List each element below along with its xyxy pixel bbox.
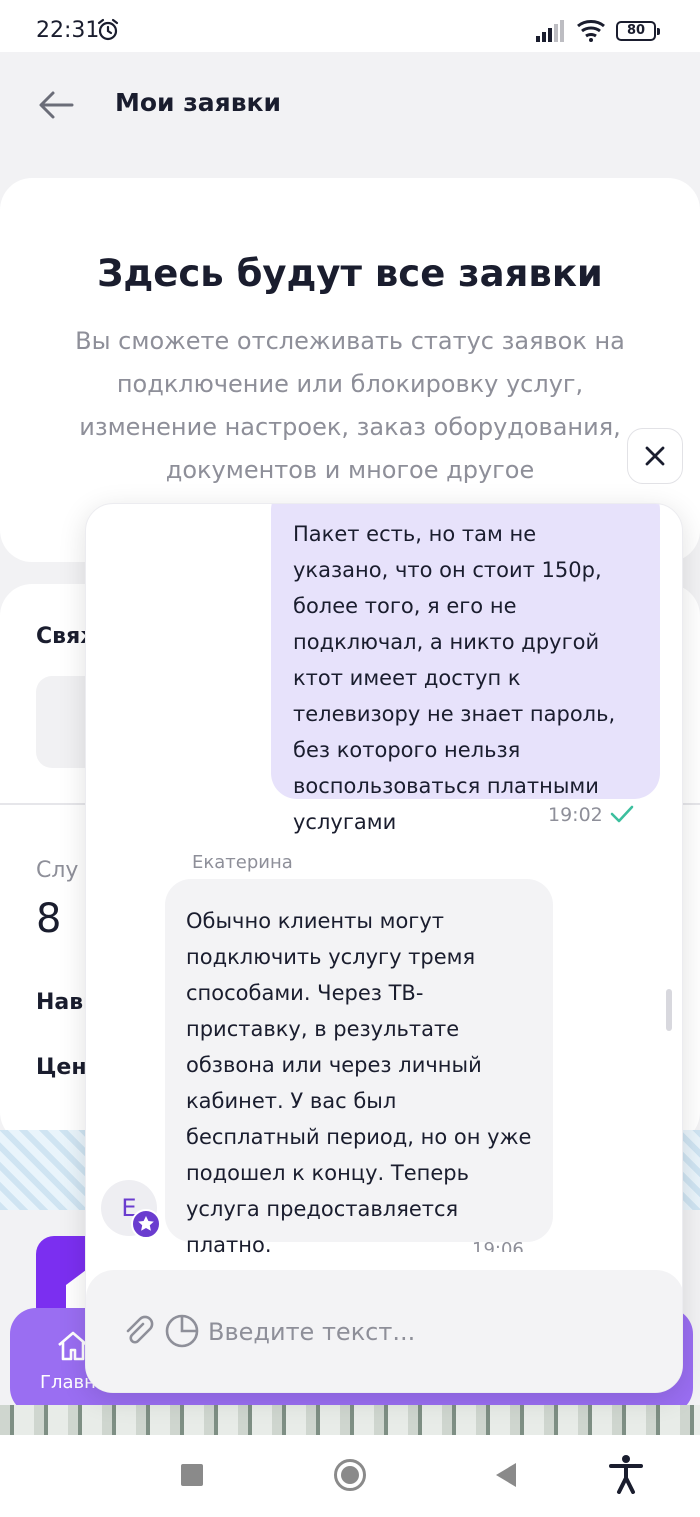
sticker-icon[interactable] (164, 1313, 200, 1349)
decorative-forest-strip (0, 1405, 700, 1435)
chat-scrollbar[interactable] (666, 989, 672, 1031)
delivered-check-icon (610, 805, 634, 823)
close-icon (645, 446, 665, 466)
outgoing-message-text: Пакет есть, но там не указано, что он ст… (293, 522, 616, 834)
home-button[interactable] (334, 1459, 366, 1491)
message-input[interactable] (208, 1310, 648, 1354)
sender-name: Екатерина (192, 852, 293, 873)
battery-icon: 80 (616, 21, 660, 41)
chat-panel: Пакет есть, но там не указано, что он ст… (85, 503, 683, 1393)
back-arrow-icon[interactable] (38, 90, 74, 120)
accessibility-icon[interactable] (608, 1454, 644, 1494)
outgoing-message-time: 19:02 (548, 804, 603, 826)
empty-state-title: Здесь будут все заявки (97, 252, 603, 295)
incoming-message-text: Обычно клиенты могут подключить услугу т… (186, 909, 532, 1257)
status-time: 22:31 (36, 18, 100, 43)
status-bar: 22:31 80 (0, 0, 700, 52)
battery-level: 80 (626, 23, 646, 38)
outgoing-message: Пакет есть, но там не указано, что он ст… (271, 504, 660, 834)
incoming-message: Обычно клиенты могут подключить услугу т… (165, 879, 553, 1257)
alarm-clock-icon (97, 18, 119, 41)
star-badge-icon (131, 1209, 161, 1239)
incoming-message-time: 19:06 (472, 1242, 524, 1252)
recents-button[interactable] (181, 1464, 203, 1486)
system-back-icon[interactable] (494, 1462, 518, 1488)
close-chat-button[interactable] (627, 428, 683, 484)
empty-state-description: Вы сможете отслеживать статус заявок на … (75, 327, 625, 484)
signal-icon (536, 20, 564, 42)
service-label: Слу (36, 858, 79, 883)
paperclip-icon[interactable] (121, 1314, 155, 1348)
page-title: Мои заявки (115, 88, 282, 117)
wifi-icon (577, 20, 605, 42)
